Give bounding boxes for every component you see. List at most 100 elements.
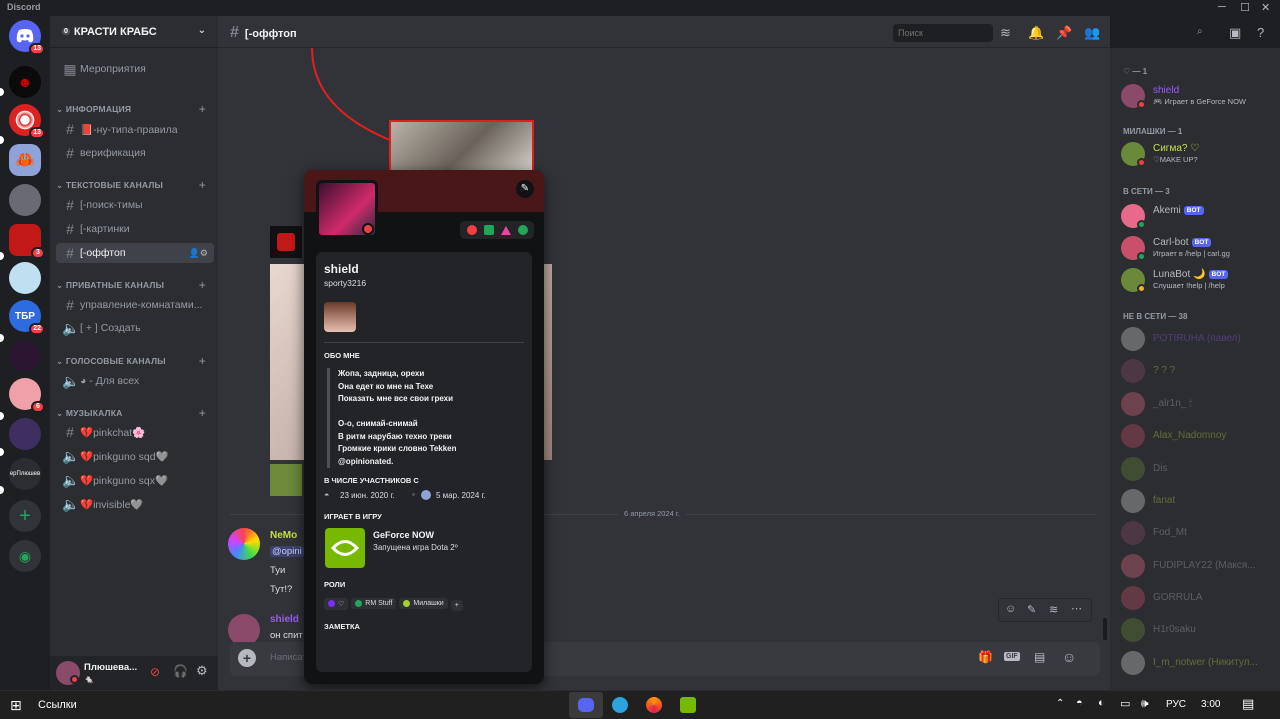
server-icon[interactable]: ТБР 22 — [9, 300, 45, 335]
maximize-icon[interactable]: ☐ — [1240, 1, 1250, 14]
member-item[interactable]: shield 🎮 Играет в GeForce NOW — [1121, 82, 1276, 110]
language-indicator[interactable]: РУС — [1166, 699, 1186, 710]
member-item[interactable]: GORRULA — [1121, 584, 1276, 612]
badge-icon[interactable] — [500, 225, 511, 235]
server-icon[interactable]: 3 — [9, 224, 45, 259]
category-header[interactable]: ⌄ ТЕКСТОВЫЕ КАНАЛЫ + — [56, 178, 214, 192]
channel-item[interactable]: # 💔pinkchat🌸 — [56, 422, 214, 442]
notifications-icon[interactable]: ▤ — [1242, 696, 1254, 712]
category-header[interactable]: ⌄ ИНФОРМАЦИЯ + — [56, 102, 214, 116]
settings-icon[interactable]: 👤⚙ — [189, 248, 208, 259]
message-author[interactable]: shield — [270, 614, 299, 625]
add-role-button[interactable]: + — [450, 600, 463, 611]
category-header[interactable]: ⌄ ГОЛОСОВЫЕ КАНАЛЫ + — [56, 354, 214, 368]
firefox-icon[interactable] — [646, 697, 662, 713]
embed-thumbnail[interactable] — [270, 464, 302, 496]
member-item[interactable]: Alax_Nadomnoy — [1121, 422, 1276, 450]
emoji-reaction-icon[interactable]: ☺ — [1005, 603, 1016, 615]
tray-discord-icon[interactable]: ◓ — [1076, 697, 1083, 709]
member-item[interactable]: _alr1n_ 🕯 — [1121, 390, 1276, 418]
edit-profile-icon[interactable]: ✎ — [516, 180, 534, 198]
add-channel-icon[interactable]: + — [199, 406, 206, 420]
telegram-icon[interactable] — [612, 697, 628, 713]
server-icon[interactable]: ☻ — [9, 66, 41, 98]
emoji-icon[interactable]: ☺ — [1062, 649, 1076, 665]
member-item[interactable]: Akemi BOT — [1121, 202, 1276, 230]
channel-item[interactable]: 🔈[ + ] Создать — [56, 318, 214, 338]
taskbar-search[interactable]: Ссылки — [38, 699, 77, 711]
role-tag[interactable]: Милашки — [399, 598, 448, 609]
channel-item[interactable]: # 📕-ну-типа-правила — [56, 119, 214, 139]
role-tag[interactable]: ♡ — [324, 597, 349, 610]
voice-channel-item[interactable]: 🔈 ◕ - Для всех — [56, 371, 214, 391]
server-icon[interactable] — [9, 418, 41, 450]
network-icon[interactable]: ▭ — [1120, 697, 1130, 710]
server-header[interactable]: 0 КРАСТИ КРАБС ⌄ — [50, 16, 218, 48]
sticker-icon[interactable]: ▤ — [1034, 650, 1045, 664]
badge-icon[interactable] — [466, 225, 477, 235]
member-item[interactable]: Fod_Mt — [1121, 519, 1276, 547]
add-channel-icon[interactable]: + — [199, 102, 206, 116]
search-input[interactable] — [893, 24, 993, 42]
taskbar-discord[interactable] — [569, 692, 603, 718]
tray-chevron-icon[interactable]: ⌃ — [1056, 698, 1064, 709]
server-icon-active[interactable]: 🦀 — [9, 144, 41, 176]
member-item[interactable]: fanat — [1121, 487, 1276, 515]
help-icon[interactable]: ? — [1257, 25, 1264, 40]
category-header[interactable]: ⌄ ПРИВАТНЫЕ КАНАЛЫ + — [56, 278, 214, 292]
channel-item[interactable]: # [-картинки — [56, 219, 214, 239]
thread-icon[interactable]: ≋ — [1049, 603, 1058, 616]
minimize-icon[interactable]: ─ — [1218, 1, 1226, 13]
clock[interactable]: 3:00 — [1201, 699, 1220, 710]
more-icon[interactable]: ⋯ — [1071, 602, 1082, 615]
avatar[interactable] — [228, 528, 260, 560]
member-item[interactable]: Сигма? ♡ ♡MAKE UP? — [1121, 140, 1276, 168]
windows-start-icon[interactable]: ⊞ — [10, 697, 22, 714]
add-channel-icon[interactable]: + — [199, 278, 206, 292]
mute-icon[interactable]: ⊘ — [150, 665, 160, 679]
channel-item[interactable]: # [-поиск-тимы — [56, 195, 214, 215]
server-icon[interactable]: 13 — [9, 104, 45, 139]
member-item[interactable]: Dis — [1121, 455, 1276, 483]
chevron-down-icon[interactable]: ⌄ — [198, 25, 206, 36]
member-item[interactable]: ? ? ? — [1121, 357, 1276, 385]
voice-channel-item[interactable]: 🔈 💔pinkguno sqd🩶 — [56, 446, 214, 466]
member-item[interactable]: FUDIPLAY22 (Макся... — [1121, 552, 1276, 580]
badge-icon[interactable] — [517, 225, 528, 235]
volume-icon[interactable]: 🕪 — [1141, 696, 1149, 711]
bell-icon[interactable]: 🔔 — [1028, 25, 1044, 41]
server-icon[interactable]: 6 — [9, 378, 45, 413]
role-tag[interactable]: RM Stuff — [351, 598, 397, 609]
channel-item[interactable]: # управление-комнатами... — [56, 295, 214, 315]
members-icon[interactable]: 👥 — [1084, 25, 1100, 41]
home-button[interactable]: 13 — [9, 20, 45, 55]
gift-icon[interactable]: 🎁 — [978, 650, 993, 664]
add-server-button[interactable]: + — [9, 500, 41, 532]
tray-geforce-icon[interactable]: ◐ — [1098, 697, 1105, 709]
events-item[interactable]: ▦ Мероприятия — [56, 59, 214, 79]
server-folder[interactable]: ерПлюшев — [9, 458, 41, 490]
voice-channel-item[interactable]: 🔈 💔invisible🩶 — [56, 494, 214, 514]
threads-icon[interactable]: ≋ — [1000, 25, 1011, 41]
scrollbar[interactable] — [1103, 618, 1107, 640]
member-item[interactable]: Carl-bot BOT Играет в /help | carl.gg — [1121, 234, 1276, 262]
headphones-icon[interactable]: 🎧 — [173, 664, 188, 678]
server-icon[interactable] — [9, 340, 41, 372]
server-icon[interactable] — [9, 262, 41, 294]
close-icon[interactable]: ✕ — [1261, 1, 1270, 14]
member-item[interactable]: H1r0saku — [1121, 616, 1276, 644]
message-author[interactable]: NeMo — [270, 530, 297, 541]
gif-icon[interactable]: GIF — [1004, 652, 1020, 661]
edit-icon[interactable]: ✎ — [1027, 603, 1036, 616]
server-icon[interactable] — [9, 184, 41, 216]
settings-gear-icon[interactable]: ⚙ — [196, 663, 208, 679]
category-header[interactable]: ⌄ МУЗЫКАЛКА + — [56, 406, 214, 420]
add-channel-icon[interactable]: + — [199, 354, 206, 368]
voice-channel-item[interactable]: 🔈 💔pinkguno sqx🩶 — [56, 470, 214, 490]
mention[interactable]: @opini — [270, 546, 304, 557]
member-item[interactable]: LunaBot 🌙 BOT Слушает !help | /help — [1121, 266, 1276, 294]
channel-item-active[interactable]: # [-оффтоп 👤⚙ — [56, 243, 214, 263]
member-item[interactable]: I_m_notwer (Никитул... — [1121, 649, 1276, 677]
member-item[interactable]: POTIRUHA (павел) — [1121, 325, 1276, 353]
add-channel-icon[interactable]: + — [199, 178, 206, 192]
